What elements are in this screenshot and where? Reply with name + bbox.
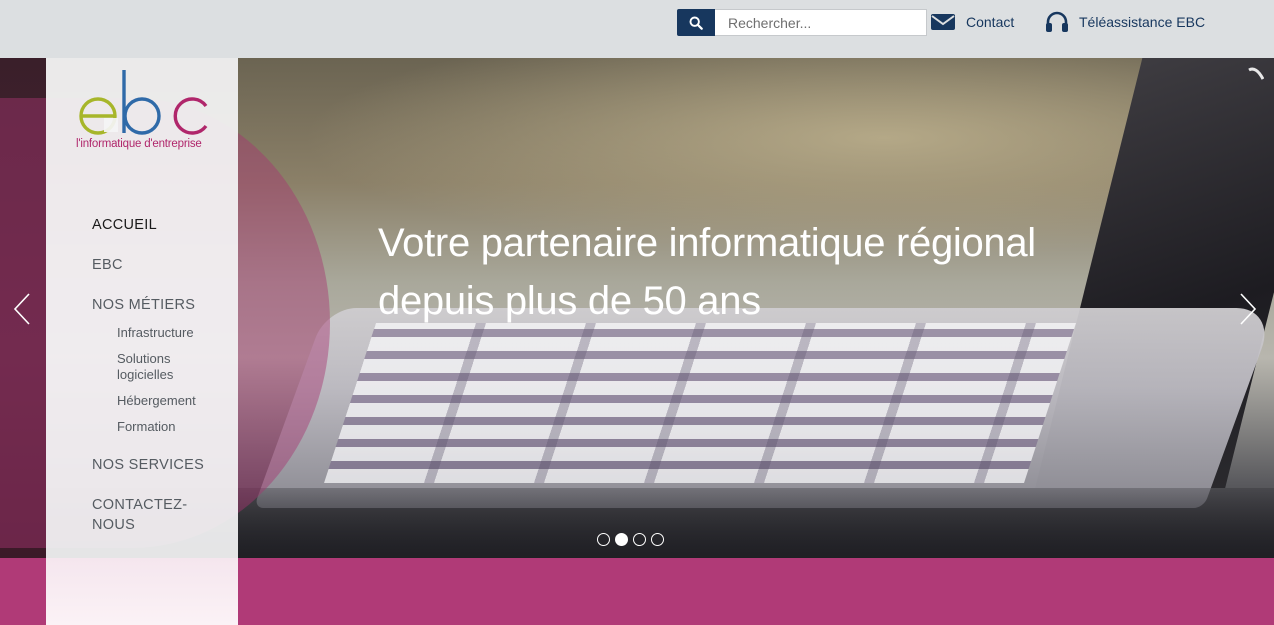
subnav-item-label-line-1: Solutions [117,351,171,366]
envelope-icon [930,12,956,32]
carousel-prev-button[interactable] [12,292,32,326]
carousel-dot-2[interactable] [615,533,628,546]
logo[interactable]: l'informatique d'entreprise [76,68,210,154]
carousel-next-button[interactable] [1238,292,1258,326]
search-input[interactable] [715,9,927,36]
nav-item-label-line-2: NOUS [92,517,136,533]
support-link[interactable]: Téléassistance EBC [1045,10,1205,34]
carousel-indicators [597,533,664,546]
subnav-item-hebergement[interactable]: Hébergement [117,393,196,409]
carousel-dot-1[interactable] [597,533,610,546]
logo-tagline: l'informatique d'entreprise [76,138,202,150]
nav-item-label-line-1: CONTACTEZ- [92,497,188,513]
page-curl-icon[interactable] [1248,66,1264,80]
nav-item-nos-metiers[interactable]: NOS MÉTIERS [92,295,195,315]
hero-title: Votre partenaire informatique régional d… [378,214,1138,330]
ebc-logo [79,70,208,135]
contact-link[interactable]: Contact [930,10,1014,34]
nav-item-contactez-nous[interactable]: CONTACTEZ- NOUS [92,495,187,535]
support-label: Téléassistance EBC [1079,14,1206,30]
subnav-item-formation[interactable]: Formation [117,419,176,435]
search-icon [689,16,703,30]
nav-item-accueil[interactable]: ACCUEIL [92,215,157,235]
chevron-left-icon [13,293,30,325]
contact-label: Contact [966,14,1015,30]
hero-title-line-1: Votre partenaire informatique régional [378,221,1036,265]
carousel-dot-3[interactable] [633,533,646,546]
top-bar: Contact Téléassistance EBC [0,0,1274,58]
chevron-right-icon [1240,293,1257,325]
headset-icon [1045,11,1069,33]
search-button[interactable] [677,9,715,36]
subnav-item-infrastructure[interactable]: Infrastructure [117,325,194,341]
carousel-dot-4[interactable] [651,533,664,546]
nav-item-ebc[interactable]: EBC [92,255,123,275]
subnav-item-label-line-2: logicielles [117,367,174,382]
nav-item-nos-services[interactable]: NOS SERVICES [92,455,204,475]
hero-title-line-2: depuis plus de 50 ans [378,279,761,323]
subnav-item-solutions-logicielles[interactable]: Solutions logicielles [117,351,173,383]
